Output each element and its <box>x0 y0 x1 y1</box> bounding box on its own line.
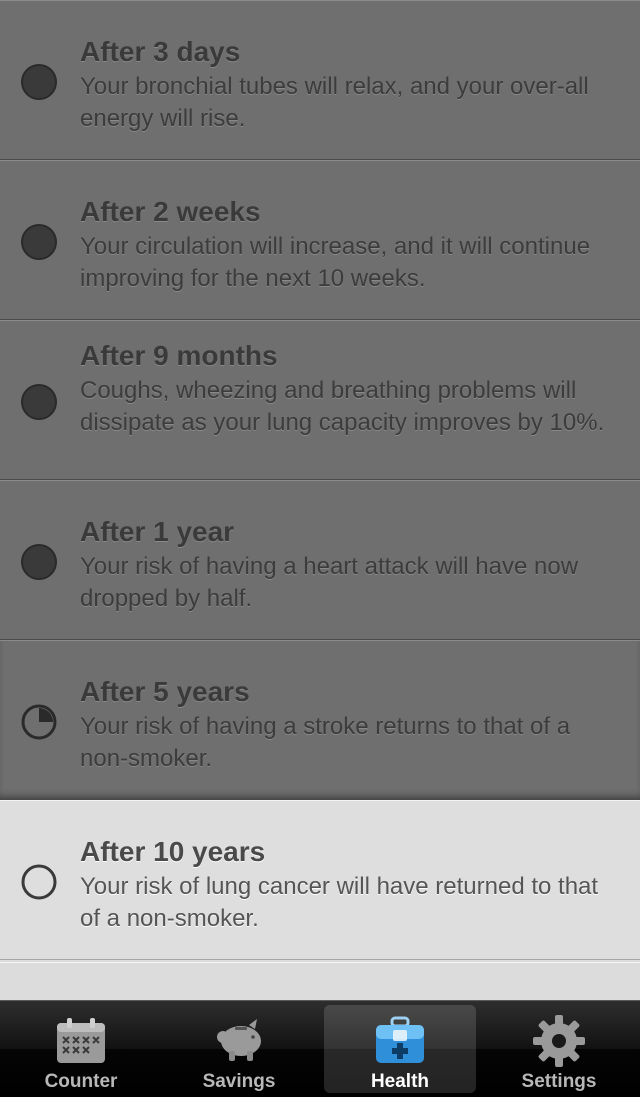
milestone-title: After 5 years <box>80 676 250 707</box>
progress-full-icon <box>21 544 57 580</box>
milestone-description: Your risk of lung cancer will have retur… <box>80 873 599 932</box>
milestone-row[interactable]: After 1 year Your risk of having a heart… <box>0 480 640 640</box>
milestone-title: After 3 days <box>80 36 241 67</box>
gear-icon <box>533 1015 585 1067</box>
milestone-row[interactable]: After 9 months Coughs, wheezing and brea… <box>0 320 640 480</box>
tab-bar: Counter Savings Health Settings <box>0 1000 640 1097</box>
first-aid-kit-icon <box>376 1016 424 1063</box>
milestone-row[interactable]: After 5 years Your risk of having a stro… <box>0 640 640 800</box>
milestone-title: After 2 weeks <box>80 196 261 227</box>
calendar-icon <box>57 1018 105 1063</box>
milestone-title: After 1 year <box>80 516 235 547</box>
milestone-row[interactable]: After 2 weeks Your circulation will incr… <box>0 160 640 320</box>
milestone-list: After 3 days Your bronchial tubes will r… <box>0 0 640 960</box>
tab-health[interactable]: Health <box>324 1005 476 1093</box>
milestone-description: Your risk of having a stroke returns to … <box>80 713 571 772</box>
milestone-description: Coughs, wheezing and breathing problems … <box>80 377 605 436</box>
milestone-title: After 10 years <box>80 836 266 867</box>
progress-empty-icon <box>21 864 57 900</box>
milestone-title: After 9 months <box>80 340 278 371</box>
milestone-description: Your circulation will increase, and it w… <box>80 233 591 292</box>
milestone-description: Your risk of having a heart attack will … <box>80 553 579 612</box>
milestone-row[interactable]: After 10 years Your risk of lung cancer … <box>0 800 640 960</box>
tab-label: Savings <box>202 1071 276 1092</box>
milestone-row[interactable]: After 3 days Your bronchial tubes will r… <box>0 0 640 160</box>
progress-full-icon <box>21 224 57 260</box>
tab-savings[interactable]: Savings <box>163 1005 315 1093</box>
progress-full-icon <box>21 64 57 100</box>
milestone-row-partial <box>0 962 640 1001</box>
progress-partial-icon <box>21 704 57 740</box>
piggy-bank-icon <box>217 1019 261 1061</box>
tab-label: Health <box>370 1071 430 1092</box>
progress-full-icon <box>21 384 57 420</box>
tab-label: Counter <box>44 1071 118 1092</box>
tab-counter[interactable]: Counter <box>5 1005 157 1093</box>
tab-settings[interactable]: Settings <box>483 1005 635 1093</box>
tab-label: Settings <box>521 1071 597 1092</box>
milestone-description: Your bronchial tubes will relax, and you… <box>80 73 589 132</box>
